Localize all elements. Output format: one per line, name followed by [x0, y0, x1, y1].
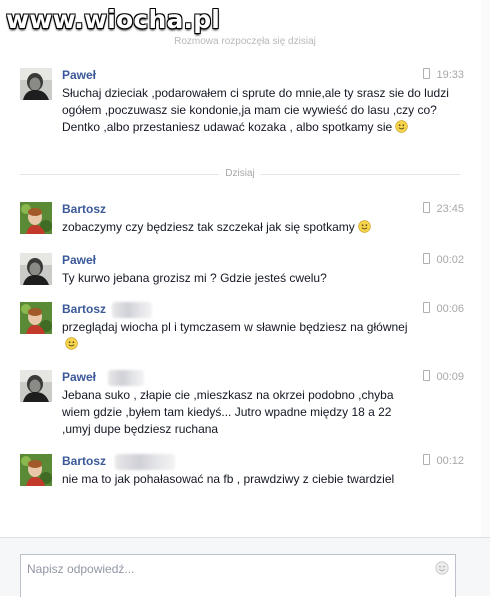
message-body: Ty kurwo jebana grozisz mi ? Gdzie jeste…: [62, 271, 327, 285]
avatar[interactable]: [20, 253, 52, 285]
smiley-icon: [395, 120, 408, 133]
avatar-bartosz-image: [20, 302, 52, 334]
message-time: 00:12: [423, 454, 464, 467]
message-text: zobaczymy czy będziesz tak szczekał jak …: [62, 219, 458, 236]
conversation-started-label: Rozmowa rozpoczęła się dzisiaj: [170, 36, 320, 47]
date-divider-label: Dzisiaj: [219, 168, 261, 179]
avatar[interactable]: [20, 370, 52, 402]
message-timestamp: 19:33: [436, 69, 464, 81]
avatar[interactable]: [20, 68, 52, 100]
message-timestamp: 00:12: [436, 455, 464, 467]
avatar-pawel-image: [20, 370, 52, 402]
avatar-bartosz-image: [20, 202, 52, 234]
message-time: 00:02: [423, 253, 464, 266]
message-body: zobaczymy czy będziesz tak szczekał jak …: [62, 220, 355, 234]
message-timestamp: 00:02: [436, 254, 464, 266]
message-timestamp: 00:09: [436, 371, 464, 383]
message-author[interactable]: Paweł: [62, 253, 96, 267]
message-time: 00:09: [423, 370, 464, 383]
message-text: Słuchaj dzieciak ,podarowałem ci sprute …: [62, 85, 458, 136]
message-text: nie ma to jak pohałasować na fb , prawdz…: [62, 471, 402, 488]
message-author[interactable]: Paweł: [62, 68, 96, 82]
message-text: przeglądaj wiocha pl i tymczasem w sławn…: [62, 319, 422, 353]
message-author[interactable]: Bartosz: [62, 202, 106, 216]
reply-input[interactable]: [27, 562, 407, 576]
phone-icon: [423, 454, 431, 465]
redacted-surname: [108, 370, 144, 386]
conversation-started-note: Rozmowa rozpoczęła się dzisiaj: [0, 36, 490, 47]
redacted-surname: [115, 454, 175, 470]
site-watermark: www.wiocha.pl: [6, 5, 221, 34]
composer-box: [20, 554, 456, 597]
avatar-pawel-image: [20, 253, 52, 285]
date-divider: Dzisiaj: [20, 168, 460, 180]
message-body: Jebana suko , złapie cie ,mieszkasz na o…: [62, 388, 394, 436]
phone-icon: [423, 302, 431, 313]
message-author[interactable]: Paweł: [62, 370, 96, 384]
smiley-icon: [65, 337, 78, 350]
message-time: 19:33: [423, 68, 464, 81]
message-body: Słuchaj dzieciak ,podarowałem ci sprute …: [62, 86, 449, 134]
avatar-pawel-image: [20, 68, 52, 100]
avatar[interactable]: [20, 202, 52, 234]
phone-icon: [423, 68, 431, 79]
redacted-surname: [112, 302, 152, 318]
message-time: 00:06: [423, 302, 464, 315]
message-author[interactable]: Bartosz: [62, 302, 106, 316]
message-time: 23:45: [423, 202, 464, 215]
avatar[interactable]: [20, 302, 52, 334]
message-timestamp: 00:06: [436, 303, 464, 315]
message-body: nie ma to jak pohałasować na fb , prawdz…: [62, 472, 395, 486]
avatar-bartosz-image: [20, 454, 52, 486]
composer-area: [0, 537, 490, 597]
message-text: Jebana suko , złapie cie ,mieszkasz na o…: [62, 387, 407, 438]
phone-icon: [423, 202, 431, 213]
phone-icon: [423, 253, 431, 264]
phone-icon: [423, 370, 431, 381]
message-body: przeglądaj wiocha pl i tymczasem w sławn…: [62, 320, 408, 334]
avatar[interactable]: [20, 454, 52, 486]
smiley-icon[interactable]: [435, 561, 449, 575]
message-author[interactable]: Bartosz: [62, 454, 106, 468]
scrollbar[interactable]: [481, 0, 490, 537]
message-text: Ty kurwo jebana grozisz mi ? Gdzie jeste…: [62, 270, 458, 287]
message-timestamp: 23:45: [436, 203, 464, 215]
smiley-icon: [358, 220, 371, 233]
